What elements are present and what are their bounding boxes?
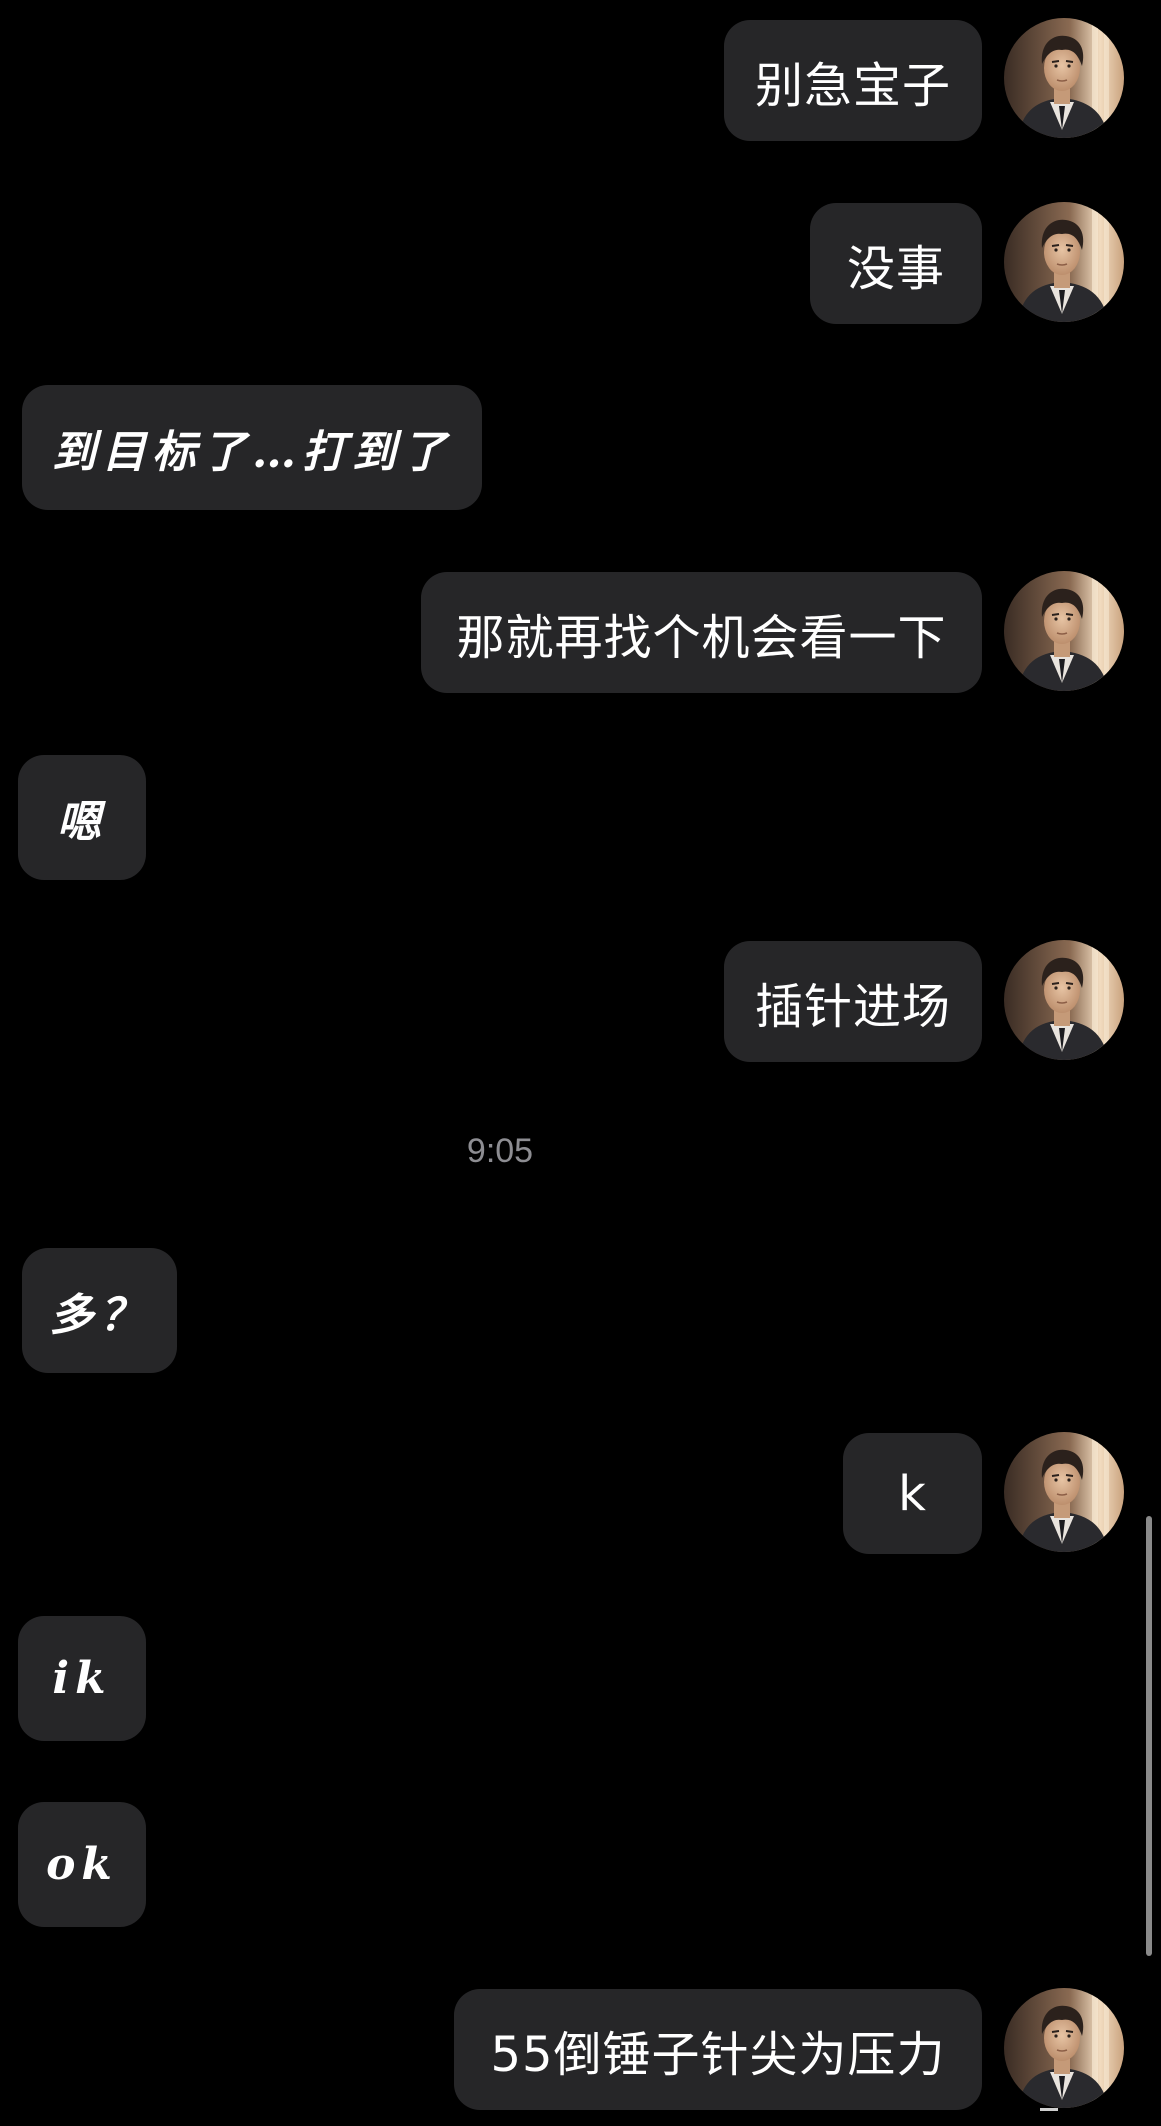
home-indicator: [1040, 2108, 1058, 2111]
message-text: 那就再找个机会看一下: [456, 609, 947, 666]
message-bubble-incoming[interactable]: 嗯: [18, 755, 146, 880]
message-text: 别急宝子: [754, 57, 951, 114]
avatar[interactable]: [1004, 1988, 1124, 2108]
message-bubble-incoming[interactable]: ik: [18, 1616, 146, 1741]
message-text: ik: [52, 1653, 112, 1704]
message-text: 没事: [846, 240, 945, 297]
message-bubble-incoming[interactable]: 多？: [22, 1248, 177, 1373]
message-text: k: [898, 1465, 927, 1522]
message-text: 55倒锤子针尖为压力: [490, 2026, 946, 2083]
avatar[interactable]: [1004, 18, 1124, 138]
message-bubble-outgoing[interactable]: k: [843, 1433, 982, 1554]
avatar[interactable]: [1004, 1432, 1124, 1552]
message-bubble-outgoing[interactable]: 55倒锤子针尖为压力: [454, 1989, 982, 2110]
message-text: ok: [46, 1839, 118, 1890]
avatar[interactable]: [1004, 940, 1124, 1060]
message-bubble-outgoing[interactable]: 没事: [810, 203, 982, 324]
message-bubble-incoming[interactable]: ok: [18, 1802, 146, 1927]
avatar[interactable]: [1004, 202, 1124, 322]
chat-thread[interactable]: 别急宝子 没事 到目标了…打到了 那就再找个机会看一下 嗯 插针进场 9:05 …: [0, 0, 1161, 2126]
avatar[interactable]: [1004, 571, 1124, 691]
scrollbar[interactable]: [1146, 1516, 1152, 1956]
timestamp: 9:05: [466, 1132, 534, 1170]
message-text: 多？: [49, 1289, 150, 1341]
message-bubble-outgoing[interactable]: 别急宝子: [724, 20, 982, 141]
message-text: 到目标了…打到了: [52, 426, 452, 478]
message-bubble-outgoing[interactable]: 插针进场: [724, 941, 982, 1062]
message-text: 嗯: [57, 796, 107, 848]
message-bubble-outgoing[interactable]: 那就再找个机会看一下: [421, 572, 982, 693]
message-bubble-incoming[interactable]: 到目标了…打到了: [22, 385, 482, 510]
message-text: 插针进场: [754, 978, 951, 1035]
